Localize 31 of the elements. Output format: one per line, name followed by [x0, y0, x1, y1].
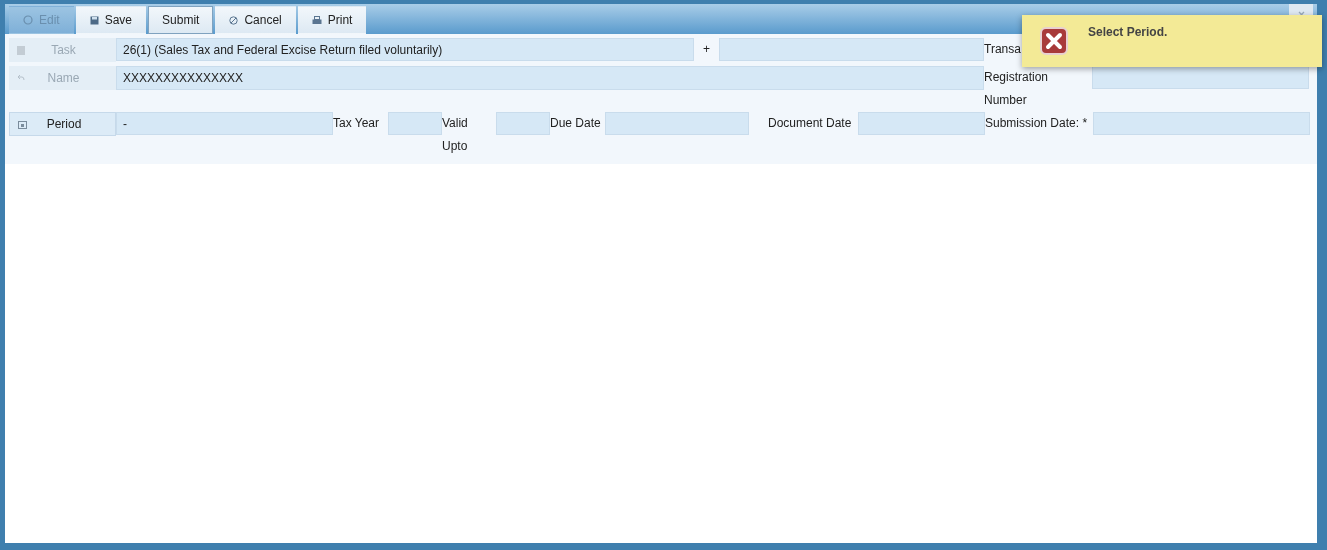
toolbar-button[interactable]: Save — [75, 6, 147, 34]
field-label: Document Date — [768, 115, 853, 132]
toolbar-button[interactable]: Cancel — [215, 6, 296, 34]
text-field[interactable] — [719, 38, 984, 61]
period-button[interactable]: Period — [9, 112, 116, 136]
text-field[interactable] — [605, 112, 749, 135]
field-label: Transa — [984, 41, 1020, 58]
save-icon — [89, 15, 99, 25]
field-label: Registration Number — [984, 69, 1050, 109]
field-label: Task — [9, 38, 116, 62]
field-label: Due Date — [550, 115, 602, 132]
document-icon — [17, 45, 25, 55]
undo-icon — [17, 74, 25, 82]
error-icon — [1040, 27, 1068, 55]
cancel-icon — [229, 15, 239, 25]
text-field[interactable] — [496, 112, 550, 135]
plus-text: + — [702, 41, 711, 58]
printer-icon — [311, 15, 322, 25]
text-field[interactable] — [1093, 112, 1310, 135]
field-label: Name — [9, 66, 116, 90]
field-label: Submission Date: * — [985, 115, 1089, 132]
text-field[interactable] — [858, 112, 985, 135]
toolbar-button[interactable]: Print — [297, 6, 367, 34]
text-field[interactable] — [388, 112, 442, 135]
toast-message: Select Period. — [1088, 25, 1168, 39]
period-field[interactable]: - — [116, 112, 333, 135]
calendar-icon — [18, 119, 27, 129]
field-label: Valid Upto — [442, 115, 469, 155]
field-label: Tax Year — [333, 115, 381, 132]
toolbar-button[interactable]: Submit — [148, 6, 214, 34]
text-field[interactable] — [1092, 66, 1309, 89]
